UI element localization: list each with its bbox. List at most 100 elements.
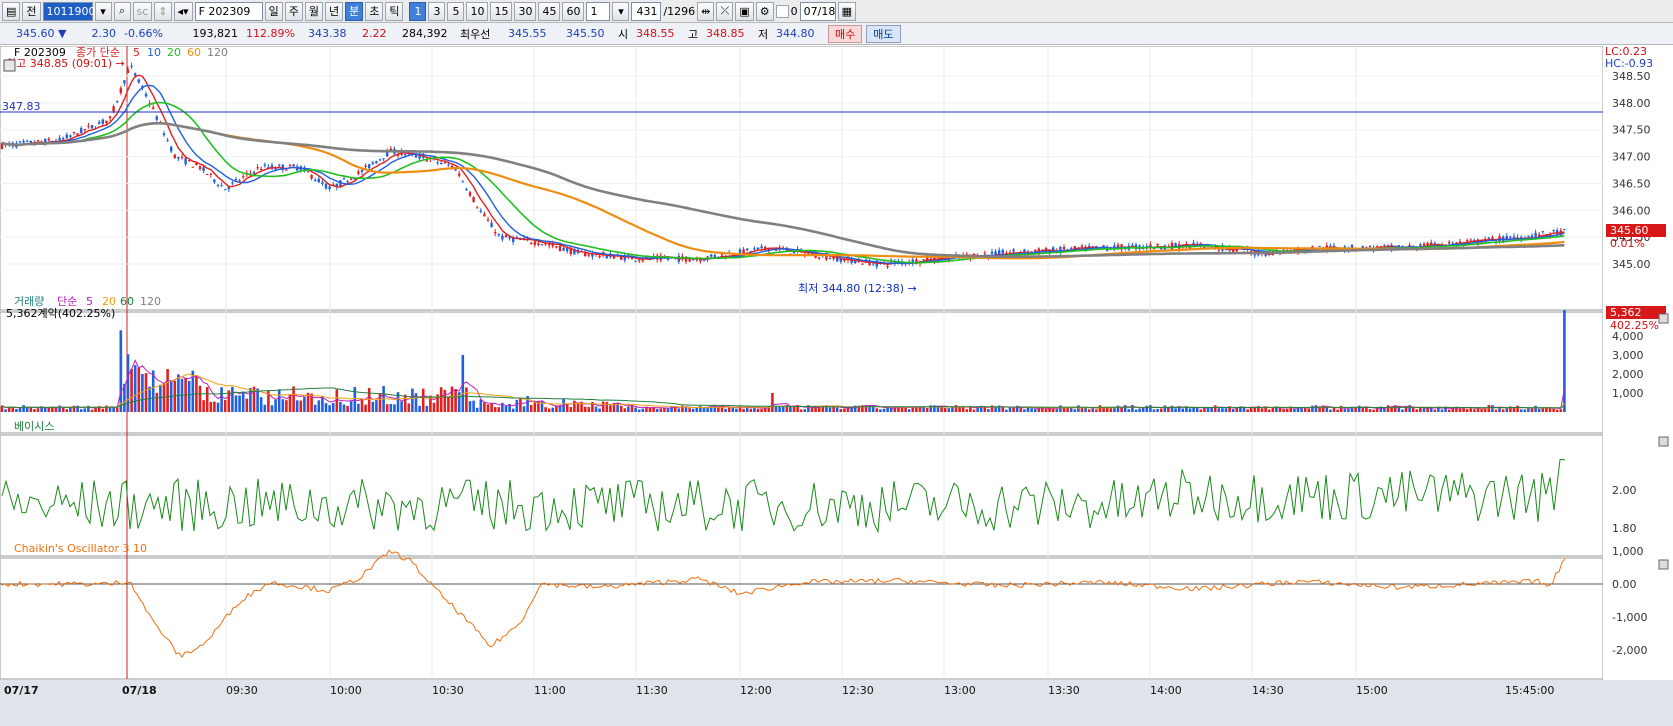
multiplier-dropdown-icon[interactable]: ▾ bbox=[612, 1, 630, 21]
volume-bar bbox=[609, 405, 612, 412]
volume-bar bbox=[846, 407, 850, 412]
volume-bar bbox=[1552, 408, 1555, 412]
high-marker: 최고 348.85 (09:01) → bbox=[6, 57, 125, 70]
interval-10-button[interactable]: 10 bbox=[466, 1, 489, 21]
candle-body bbox=[126, 69, 130, 74]
interval-45-button[interactable]: 45 bbox=[538, 1, 561, 21]
chaikin-panel[interactable] bbox=[0, 557, 1604, 680]
volume-bar bbox=[954, 405, 958, 412]
calendar-icon[interactable]: ▦ bbox=[837, 1, 857, 21]
volume-bar bbox=[486, 404, 490, 412]
interval-3-button[interactable]: 3 bbox=[428, 1, 446, 21]
candle-body bbox=[144, 93, 148, 97]
tools-icon[interactable]: ⤫ bbox=[716, 1, 734, 21]
candle-body bbox=[1062, 247, 1066, 250]
volume-tick-label: 2,000 bbox=[1612, 368, 1644, 381]
stepper-icon[interactable]: ⇕ bbox=[154, 1, 172, 21]
period-tick-tab[interactable]: 틱 bbox=[385, 1, 404, 21]
period-month-tab[interactable]: 월 bbox=[304, 1, 323, 21]
price-panel[interactable] bbox=[0, 46, 1604, 311]
chaikin-title: Chaikin's Oscillator 3 10 bbox=[14, 542, 147, 555]
volume-bar bbox=[1516, 405, 1519, 412]
interval-1-button[interactable]: 1 bbox=[409, 1, 427, 21]
candle-body bbox=[22, 140, 25, 143]
volume-bar bbox=[522, 406, 526, 412]
volume-bar bbox=[1339, 405, 1343, 412]
candle-body bbox=[566, 248, 569, 252]
chaikin-tick-label: -1,000 bbox=[1612, 611, 1647, 624]
save-icon[interactable]: ▣ bbox=[735, 1, 754, 21]
volume-bar bbox=[79, 409, 83, 412]
candle-body bbox=[224, 189, 227, 191]
volume-bar bbox=[515, 399, 519, 412]
volume-bar bbox=[209, 401, 213, 412]
volume-bar bbox=[789, 406, 792, 412]
candle-body bbox=[753, 248, 756, 250]
buy-button[interactable]: 매수 bbox=[828, 24, 863, 43]
search-icon[interactable]: ⌕ bbox=[113, 1, 131, 21]
volume-bar bbox=[1217, 408, 1221, 412]
candle-body bbox=[285, 169, 288, 171]
volume-tick-label: 1,000 bbox=[1612, 387, 1644, 400]
volume-bar bbox=[339, 401, 342, 412]
zoom-icon[interactable]: ⇹ bbox=[697, 1, 715, 21]
count-input[interactable]: 431 bbox=[631, 1, 662, 21]
time-tick-label: 09:30 bbox=[226, 684, 258, 697]
candle-body bbox=[1116, 244, 1120, 248]
ma20-legend: 20 bbox=[167, 46, 181, 59]
volume-bar bbox=[803, 409, 807, 412]
basis-panel[interactable] bbox=[0, 434, 1604, 557]
account-input[interactable]: 10119000 bbox=[42, 1, 103, 21]
time-tick-label: 07/18 bbox=[122, 684, 157, 697]
chart-area[interactable]: 348.50 348.00 347.50 347.00 346.50 346.00 345.… bbox=[0, 46, 1673, 726]
volume-bar bbox=[335, 389, 339, 412]
volume-bar bbox=[54, 407, 58, 412]
interval-60-button[interactable]: 60 bbox=[562, 1, 585, 21]
volume-bar bbox=[699, 406, 702, 412]
compare-icon[interactable]: ꜱᴄ bbox=[132, 1, 153, 21]
interval-15-button[interactable]: 15 bbox=[490, 1, 513, 21]
interval-30-button[interactable]: 30 bbox=[514, 1, 537, 21]
period-year-tab[interactable]: 년 bbox=[324, 1, 344, 21]
volume-bar bbox=[479, 399, 483, 412]
interval-5-button[interactable]: 5 bbox=[447, 1, 465, 21]
date-input[interactable]: 07/18 bbox=[799, 1, 836, 21]
volume-bar bbox=[688, 408, 691, 412]
symbol-input[interactable]: F 202309 bbox=[194, 1, 263, 21]
candle-body bbox=[36, 139, 40, 141]
volume-bar bbox=[1156, 408, 1159, 412]
candle-body bbox=[692, 259, 695, 261]
volume-panel[interactable] bbox=[0, 311, 1604, 434]
volume-bar bbox=[655, 408, 659, 412]
panel-menu-icon bbox=[1658, 313, 1669, 324]
account-dropdown-icon[interactable]: ▾ bbox=[94, 1, 112, 21]
period-minute-tab[interactable]: 분 bbox=[345, 1, 364, 21]
gear-icon[interactable]: ⚙ bbox=[755, 1, 774, 21]
volume-bar bbox=[1267, 409, 1271, 412]
mode-button[interactable]: 전 bbox=[22, 1, 41, 21]
volume-bar bbox=[1023, 409, 1026, 412]
chart-type-icon[interactable]: ▤ bbox=[2, 1, 21, 21]
volume-bar bbox=[349, 401, 353, 412]
multiplier-input[interactable]: 1 bbox=[586, 1, 611, 21]
candle-body bbox=[641, 260, 644, 262]
sell-button[interactable]: 매도 bbox=[866, 24, 901, 43]
period-week-tab[interactable]: 주 bbox=[284, 1, 303, 21]
date-checkbox[interactable] bbox=[775, 4, 789, 18]
volume-bar bbox=[475, 407, 479, 412]
volume-bar bbox=[659, 408, 663, 412]
candle-body bbox=[1253, 254, 1256, 256]
candle-body bbox=[404, 154, 407, 156]
sound-icon[interactable]: ◂▾ bbox=[173, 1, 193, 21]
volume-bar bbox=[1347, 408, 1350, 412]
price-tick-label: 347.00 bbox=[1612, 151, 1651, 164]
volume-bar bbox=[346, 405, 349, 412]
period-day-tab[interactable]: 일 bbox=[264, 1, 283, 21]
candle-body bbox=[238, 180, 241, 182]
candle-body bbox=[465, 189, 468, 191]
volume-bar bbox=[1098, 405, 1102, 412]
volume-bar bbox=[1059, 405, 1062, 412]
volume-bar bbox=[1527, 408, 1530, 412]
calendar-icon[interactable] bbox=[3, 59, 16, 72]
period-second-tab[interactable]: 초 bbox=[365, 1, 384, 21]
